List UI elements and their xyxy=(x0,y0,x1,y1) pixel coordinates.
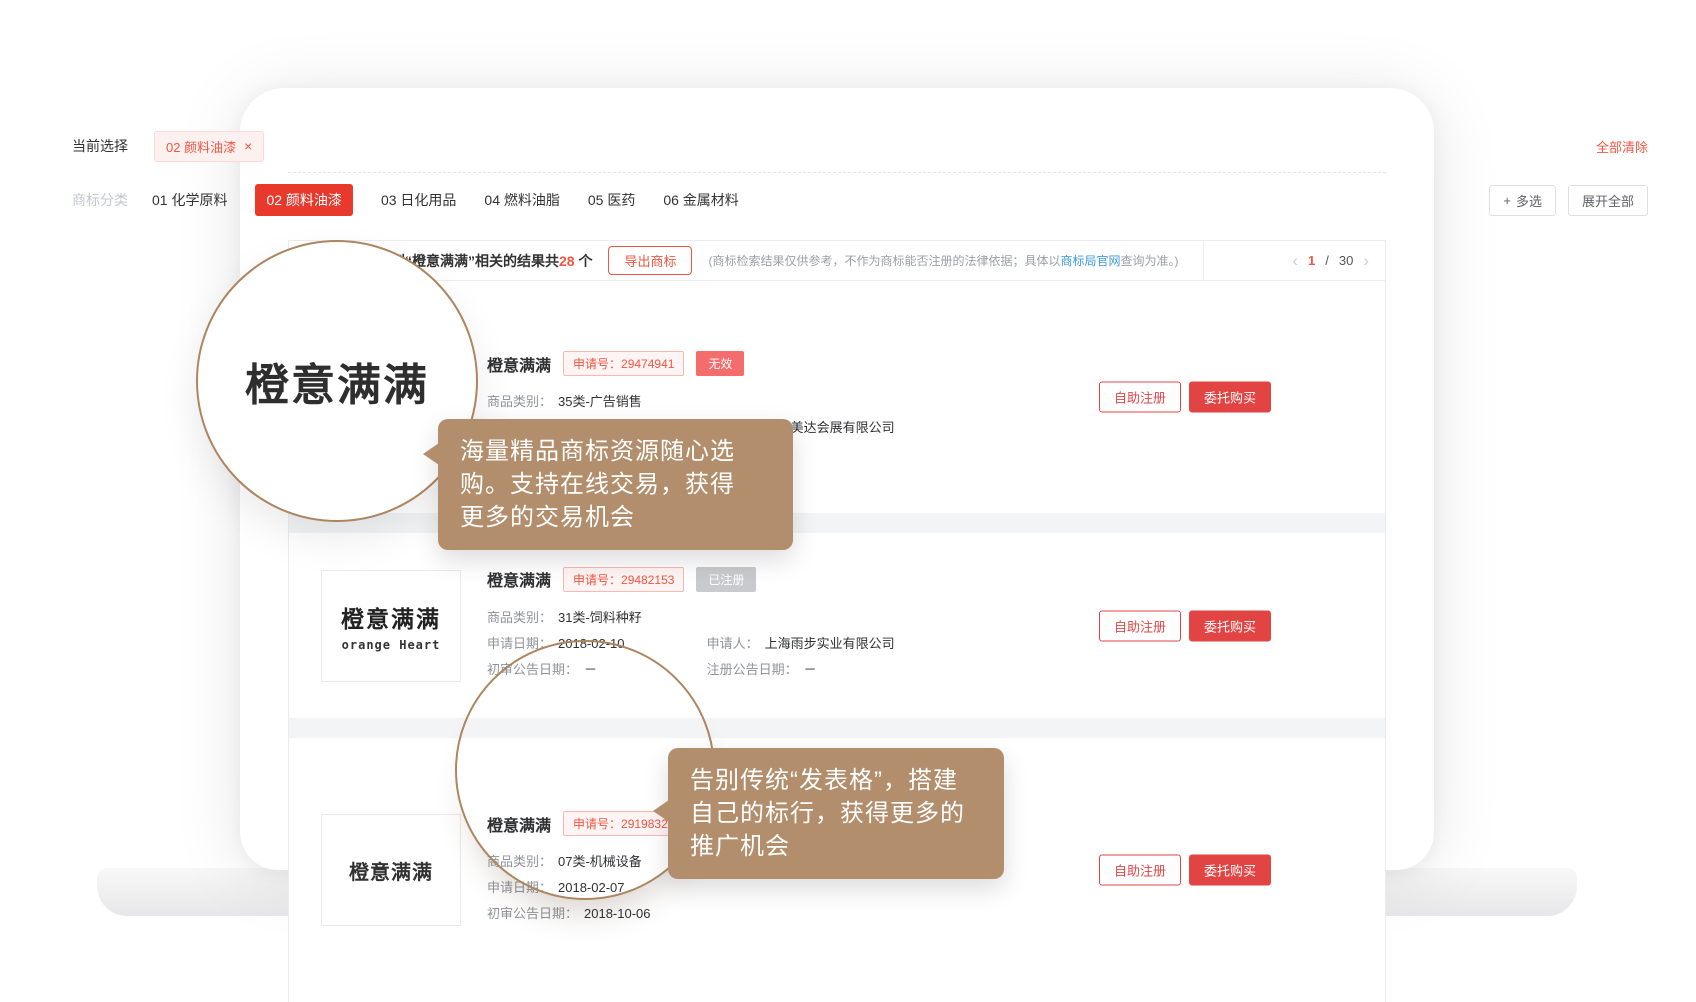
trademark-name[interactable]: 橙意满满 xyxy=(487,352,551,376)
self-register-button[interactable]: 自助注册 xyxy=(1099,610,1181,641)
export-trademarks-button[interactable]: 导出商标 xyxy=(608,246,692,275)
prev-page-icon[interactable]: ‹ xyxy=(1292,252,1298,269)
feature-tooltip-promotion: 告别传统“发表格”，搭建 自己的标行，获得更多的 推广机会 xyxy=(668,748,1004,879)
multi-select-button[interactable]: + 多选 xyxy=(1489,185,1556,216)
results-header: 当前分类检索到“橙意满满”相关的结果共28 个 导出商标 (商标检索结果仅供参考… xyxy=(289,241,1385,281)
expand-all-button[interactable]: 展开全部 xyxy=(1568,185,1648,216)
entrust-buy-button[interactable]: 委托购买 xyxy=(1189,382,1271,413)
application-number-tag: 申请号：29482153 xyxy=(563,567,684,592)
current-page: 1 xyxy=(1308,253,1315,268)
product-category: 35类-广告销售 xyxy=(558,394,642,409)
pagination: ‹ 1 / 30 › xyxy=(1203,241,1385,280)
dashed-divider xyxy=(288,172,1386,173)
selected-filter-tag[interactable]: 02 颜料油漆 × xyxy=(154,131,264,162)
trademark-category-bar: 商标分类 01 化学原料 02 颜料油漆 03 日化用品 04 燃料油脂 05 … xyxy=(72,183,1648,217)
category-item-01[interactable]: 01 化学原料 xyxy=(152,190,227,210)
category-item-06[interactable]: 06 金属材料 xyxy=(663,190,738,210)
total-pages: 30 xyxy=(1339,253,1353,268)
status-badge: 已注册 xyxy=(696,567,756,592)
trademark-image[interactable]: 橙意满满 xyxy=(321,814,461,926)
magnified-trademark-text: 橙意满满 xyxy=(245,349,429,413)
category-item-04[interactable]: 04 燃料油脂 xyxy=(484,190,559,210)
results-count: 28 xyxy=(559,253,575,269)
category-bar-label: 商标分类 xyxy=(72,190,128,210)
next-page-icon[interactable]: › xyxy=(1363,252,1369,269)
trademark-office-link[interactable]: 商标局官网 xyxy=(1060,254,1120,268)
registration-date: － xyxy=(804,662,817,677)
self-register-button[interactable]: 自助注册 xyxy=(1099,382,1181,413)
current-selection-label: 当前选择 xyxy=(72,136,128,156)
trademark-image-text: 橙意满满 xyxy=(349,856,433,885)
category-actions: + 多选 展开全部 xyxy=(1489,185,1648,216)
application-number-tag: 申请号：29474941 xyxy=(563,351,684,376)
trademark-image-text: 橙意满满 xyxy=(341,600,441,634)
current-selection-bar: 当前选择 02 颜料油漆 × 全部清除 xyxy=(72,128,1648,164)
category-item-03[interactable]: 03 日化用品 xyxy=(381,190,456,210)
first-trial-date: 2018-10-06 xyxy=(584,906,651,921)
status-badge: 无效 xyxy=(696,351,744,376)
feature-tooltip-trade: 海量精品商标资源随心选 购。支持在线交易，获得 更多的交易机会 xyxy=(438,419,793,550)
category-item-02-selected[interactable]: 02 颜料油漆 xyxy=(255,184,352,216)
entrust-buy-button[interactable]: 委托购买 xyxy=(1189,855,1271,886)
category-item-05[interactable]: 05 医药 xyxy=(588,190,635,210)
applicant: 上海雨步实业有限公司 xyxy=(765,636,895,651)
trademark-image-subtext: orange Heart xyxy=(342,638,441,652)
trademark-image[interactable]: 橙意满满 orange Heart xyxy=(321,570,461,682)
close-icon[interactable]: × xyxy=(244,139,252,153)
trademark-result-row: 橙意满满 orange Heart 橙意满满 申请号：29482153 已注册 … xyxy=(289,533,1385,718)
selected-filter-tag-text: 02 颜料油漆 xyxy=(166,137,236,156)
product-category: 31类-饲料种籽 xyxy=(558,610,642,625)
marketing-screenshot: 当前选择 02 颜料油漆 × 全部清除 商标分类 01 化学原料 02 颜料油漆… xyxy=(0,0,1696,1002)
multi-select-label: 多选 xyxy=(1516,191,1542,210)
trademark-name[interactable]: 橙意满满 xyxy=(487,567,551,591)
magnifier-circle-trademark: 橙意满满 xyxy=(196,240,478,522)
plus-icon: + xyxy=(1503,193,1511,208)
entrust-buy-button[interactable]: 委托购买 xyxy=(1189,610,1271,641)
self-register-button[interactable]: 自助注册 xyxy=(1099,855,1181,886)
clear-all-button[interactable]: 全部清除 xyxy=(1596,137,1648,156)
results-disclaimer: (商标检索结果仅供参考，不作为商标能否注册的法律依据；具体以商标局官网查询为准。… xyxy=(708,252,1178,269)
page-separator: / xyxy=(1325,253,1329,268)
